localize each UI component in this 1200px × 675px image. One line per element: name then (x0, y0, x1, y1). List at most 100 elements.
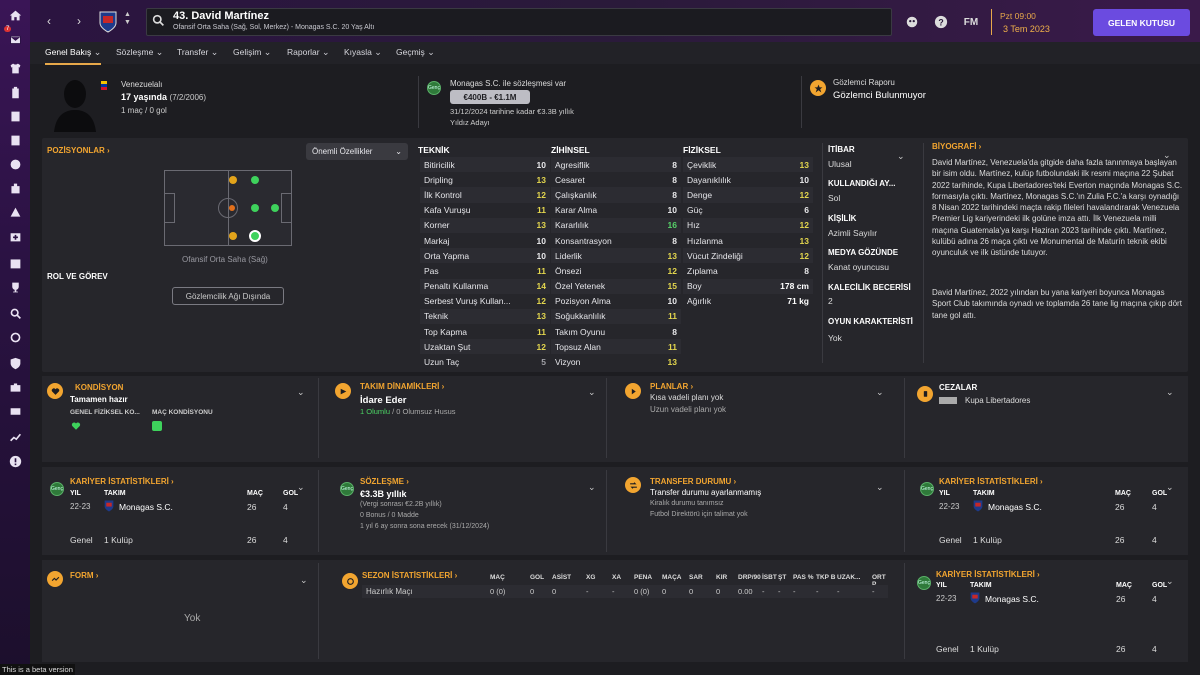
career-team[interactable]: Monagas S.C. (985, 594, 1039, 604)
chevron-down-icon[interactable]: ⌄ (1166, 387, 1174, 398)
attribute-row[interactable]: Pas 11 (420, 263, 550, 278)
shield-icon[interactable] (6, 354, 24, 372)
tab-history[interactable]: Geçmiş ⌄ (396, 47, 435, 58)
attribute-row[interactable]: Çeviklik 13 (683, 157, 813, 173)
attribute-row[interactable]: Ağırlık 71 kg (683, 294, 813, 309)
attribute-row[interactable]: Markaj 10 (420, 233, 550, 248)
attribute-row[interactable]: Güç 6 (683, 203, 813, 218)
contract-card-title[interactable]: SÖZLEŞME › (360, 477, 409, 486)
form-title[interactable]: FORM › (70, 571, 98, 580)
help-icon[interactable]: ? (933, 14, 949, 30)
value-badge[interactable]: €400B - €1.1M (450, 90, 530, 104)
attribute-row[interactable]: Hız 12 (683, 217, 813, 233)
staff-icon[interactable] (6, 203, 24, 221)
position-dot-st[interactable] (271, 204, 279, 212)
notebook-icon[interactable] (6, 107, 24, 125)
attribute-row[interactable]: Hızlanma 13 (683, 233, 813, 248)
notifications-icon[interactable] (904, 14, 920, 30)
position-dot-amr-selected[interactable] (249, 230, 261, 242)
attribute-row[interactable]: Liderlik 13 (551, 248, 681, 264)
scout-search-icon[interactable] (6, 304, 24, 322)
fm-menu-button[interactable]: FM (961, 14, 981, 30)
attribute-row[interactable]: Dripling 13 (420, 172, 550, 187)
attribute-row[interactable]: Uzun Taç 5 (420, 354, 550, 369)
plans-title[interactable]: PLANLAR › (650, 382, 693, 391)
tab-overview[interactable]: Genel Bakış ⌄ (45, 47, 102, 65)
scouting-network-button[interactable]: Gözlemcilik Ağı Dışında (172, 287, 284, 305)
trophy-icon[interactable] (6, 278, 24, 296)
calendar-icon[interactable] (6, 254, 24, 272)
chevron-down-icon[interactable]: ⌄ (876, 482, 884, 493)
transfers-icon[interactable] (6, 328, 24, 346)
medical-icon[interactable] (6, 227, 24, 245)
career-team[interactable]: Monagas S.C. (988, 502, 1042, 512)
tab-contract[interactable]: Sözleşme ⌄ (116, 47, 163, 58)
attribute-row[interactable]: Topsuz Alan 11 (551, 339, 681, 355)
club-icon[interactable] (6, 179, 24, 197)
attribute-row[interactable]: Özel Yetenek 15 (551, 278, 681, 294)
attribute-row[interactable]: Serbest Vuruş Kullan... 12 (420, 294, 550, 309)
biography-title[interactable]: BİYOGRAFİ › (932, 142, 981, 151)
attribute-row[interactable]: Teknik 13 (420, 308, 550, 325)
positions-title[interactable]: POZİSYONLAR › (47, 146, 110, 155)
tab-reports[interactable]: Raporlar ⌄ (287, 47, 330, 58)
attribute-row[interactable]: Cesaret 8 (551, 172, 681, 187)
kit-icon[interactable] (6, 59, 24, 77)
briefcase-icon[interactable] (6, 378, 24, 396)
chevron-down-icon[interactable]: ⌄ (297, 387, 305, 398)
trend-icon[interactable] (6, 428, 24, 446)
inbox-icon[interactable]: 7 (4, 26, 24, 48)
search-icon[interactable] (152, 14, 165, 29)
position-dot-aml[interactable] (229, 176, 237, 184)
tab-transfer[interactable]: Transfer ⌄ (177, 47, 218, 58)
attribute-row[interactable]: Zıplama 8 (683, 263, 813, 278)
attribute-row[interactable]: Penaltı Kullanma 14 (420, 278, 550, 294)
attribute-row[interactable]: Kafa Vuruşu 11 (420, 203, 550, 218)
back-button[interactable]: ‹ (40, 12, 58, 30)
attribute-row[interactable]: Soğukkanlılık 11 (551, 308, 681, 325)
attribute-row[interactable]: Karar Alma 10 (551, 203, 681, 218)
attribute-row[interactable]: Çalışkanlık 8 (551, 187, 681, 203)
attribute-row[interactable]: Top Kapma 11 (420, 324, 550, 339)
chevron-down-icon[interactable]: ⌄ (897, 151, 905, 162)
attribute-row[interactable]: Önsezi 12 (551, 263, 681, 278)
position-dot-ml[interactable] (251, 176, 259, 184)
career-stats-title-2[interactable]: KARİYER İSTATİSTİKLERİ › (939, 477, 1043, 486)
attribute-row[interactable]: Korner 13 (420, 217, 550, 233)
finance-icon[interactable] (6, 402, 24, 420)
chevron-down-icon[interactable]: ⌄ (588, 482, 596, 493)
attributes-filter-dropdown[interactable]: Önemli Özellikler ⌄ (306, 143, 408, 160)
chevron-down-icon[interactable]: ⌄ (300, 575, 308, 586)
attribute-row[interactable]: Takım Oyunu 8 (551, 324, 681, 339)
career-stats-title-3[interactable]: KARİYER İSTATİSTİKLERİ › (936, 570, 1040, 579)
transfer-status-title[interactable]: TRANSFER DURUMU › (650, 477, 736, 486)
attribute-row[interactable]: Kararlılık 16 (551, 217, 681, 233)
tab-compare[interactable]: Kıyasla ⌄ (344, 47, 382, 58)
tab-development[interactable]: Gelişim ⌄ (233, 47, 271, 58)
attribute-row[interactable]: Orta Yapma 10 (420, 248, 550, 264)
training-icon[interactable] (6, 131, 24, 149)
attribute-row[interactable]: Konsantrasyon 8 (551, 233, 681, 248)
position-dot-mr[interactable] (229, 232, 237, 240)
attribute-row[interactable]: Dayanıklılık 10 (683, 172, 813, 187)
chevron-down-icon[interactable]: ⌄ (876, 387, 884, 398)
career-stats-title[interactable]: KARİYER İSTATİSTİKLERİ › (70, 477, 174, 486)
attribute-row[interactable]: Agresiflik 8 (551, 157, 681, 173)
attribute-row[interactable]: Boy 178 cm (683, 278, 813, 294)
position-dot-mc[interactable] (229, 205, 235, 211)
ball-icon[interactable] (6, 155, 24, 173)
alert-icon[interactable] (6, 452, 24, 470)
clipboard-icon[interactable] (6, 83, 24, 101)
attribute-row[interactable]: Vücut Zindeliği 12 (683, 248, 813, 264)
forward-button[interactable]: › (70, 12, 88, 30)
position-dot-amc[interactable] (251, 204, 259, 212)
team-dynamics-title[interactable]: TAKIM DİNAMİKLERİ › (360, 382, 444, 391)
inbox-button[interactable]: GELEN KUTUSU (1093, 9, 1190, 36)
attribute-row[interactable]: Uzaktan Şut 12 (420, 339, 550, 355)
chevron-down-icon[interactable]: ⌄ (588, 387, 596, 398)
attribute-row[interactable]: Vizyon 13 (551, 354, 681, 369)
player-switch-icon[interactable]: ▲ ▼ (124, 11, 131, 27)
home-icon[interactable] (6, 6, 24, 24)
attribute-row[interactable]: Pozisyon Alma 10 (551, 294, 681, 309)
attribute-row[interactable]: Denge 12 (683, 187, 813, 203)
